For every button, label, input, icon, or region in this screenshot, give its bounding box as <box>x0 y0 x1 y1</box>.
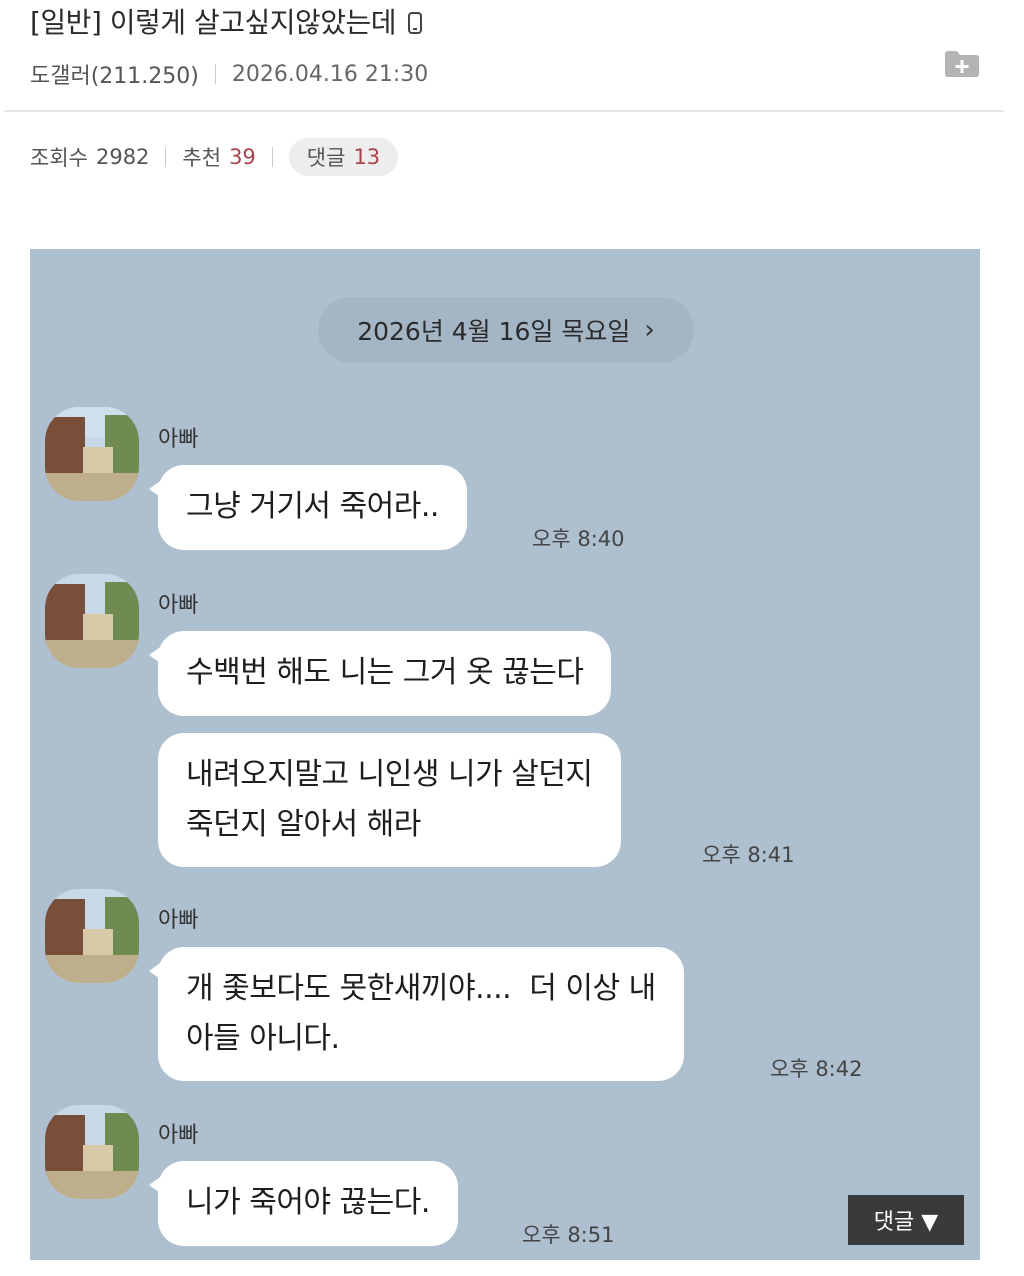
avatar <box>45 889 139 983</box>
message-bubble: 수백번 해도 니는 그거 옷 끊는다 <box>148 631 612 716</box>
message-time: 오후 8:41 <box>702 843 795 867</box>
sender-name: 아빠 <box>158 593 199 618</box>
chat-screenshot: 2026년 4월 16일 목요일 › 아빠 그냥 거기서 죽어라.. 오후 8:… <box>30 249 980 1260</box>
comments-pill[interactable]: 댓글 13 <box>288 138 399 176</box>
views-label: 조회수 <box>30 146 88 170</box>
folder-add-icon[interactable] <box>944 50 980 78</box>
avatar <box>45 407 139 501</box>
avatar <box>45 574 139 668</box>
comments-label: 댓글 <box>306 146 346 170</box>
message-bubble: 내려오지말고 니인생 니가 살던지 죽던지 알아서 해라 <box>158 733 621 867</box>
post-title: [일반] 이렇게 살고싶지않았는데 <box>30 6 423 40</box>
stats-row: 조회수 2982 추천 39 댓글 13 <box>30 138 399 176</box>
divider <box>214 64 216 84</box>
message-time: 오후 8:42 <box>770 1057 863 1081</box>
comments-count: 13 <box>353 145 381 169</box>
sender-name: 아빠 <box>158 908 199 933</box>
comment-toggle-button[interactable]: 댓글 ▼ <box>848 1195 964 1245</box>
date-pill: 2026년 4월 16일 목요일 › <box>318 297 694 363</box>
message-bubble: 그냥 거기서 죽어라.. <box>149 465 467 550</box>
avatar <box>45 1105 139 1199</box>
recommend-count: 39 <box>229 145 256 169</box>
header-divider <box>4 110 1004 112</box>
mobile-icon <box>408 12 423 34</box>
message-time: 오후 8:40 <box>532 527 625 551</box>
divider <box>165 147 167 167</box>
sender-name: 아빠 <box>158 1123 199 1148</box>
message-bubble: 개 좇보다도 못한새끼야.... 더 이상 내 아들 아니다. <box>149 947 684 1081</box>
date-label: 2026년 4월 16일 목요일 <box>357 317 631 346</box>
views-count: 2982 <box>95 145 150 169</box>
recommend-label: 추천 <box>182 146 222 170</box>
post-date: 2026.04.16 21:30 <box>231 61 429 87</box>
post-header: [일반] 이렇게 살고싶지않았는데 도갤러(211.250) 2026.04.1… <box>0 0 1024 112</box>
divider <box>271 147 273 167</box>
message-time: 오후 8:51 <box>522 1223 615 1247</box>
post-title-text: [일반] 이렇게 살고싶지않았는데 <box>30 6 397 39</box>
author-name[interactable]: 도갤러(211.250) <box>30 58 199 90</box>
post-meta: 도갤러(211.250) 2026.04.16 21:30 <box>30 58 428 90</box>
message-bubble: 니가 죽어야 끊는다. <box>149 1161 458 1246</box>
chevron-right-icon: › <box>644 315 655 345</box>
sender-name: 아빠 <box>158 427 199 452</box>
